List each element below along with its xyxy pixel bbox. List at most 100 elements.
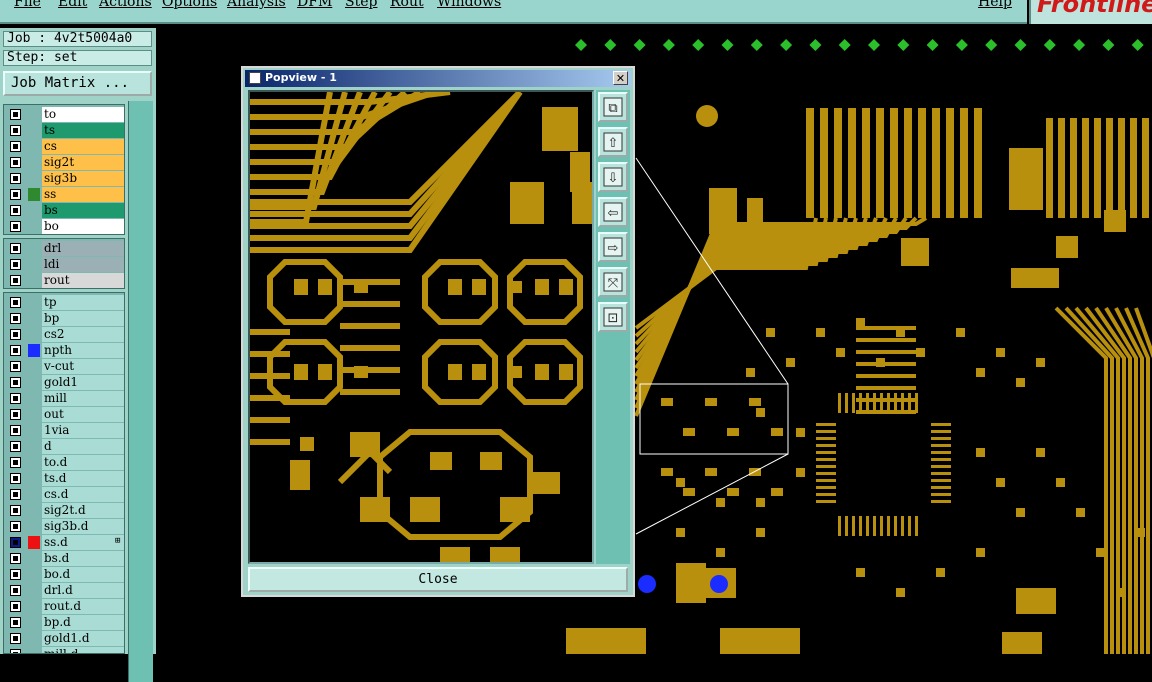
layer-checkbox[interactable] bbox=[10, 109, 21, 120]
layer-feature-icon[interactable]: ⊞ bbox=[115, 536, 120, 546]
layer-checkbox[interactable] bbox=[10, 243, 21, 254]
layer-checkbox[interactable] bbox=[10, 297, 21, 308]
layer-checkbox[interactable] bbox=[10, 505, 21, 516]
layer-name[interactable]: ss bbox=[42, 187, 124, 202]
layer-row-rout-d[interactable]: rout.d bbox=[4, 599, 124, 614]
layer-name[interactable]: rout.d bbox=[42, 599, 124, 614]
layer-name[interactable]: mill bbox=[42, 391, 124, 406]
layer-checkbox[interactable] bbox=[10, 457, 21, 468]
layer-name[interactable]: drl bbox=[42, 241, 124, 256]
layer-name[interactable]: bo.d bbox=[42, 567, 124, 582]
layer-checkbox[interactable] bbox=[10, 329, 21, 340]
popview-viewport[interactable] bbox=[248, 90, 594, 564]
layer-row-bo[interactable]: bo bbox=[4, 219, 124, 234]
menu-actions[interactable]: Actions bbox=[99, 0, 152, 10]
popview-titlebar[interactable]: Popview - 1 ✕ bbox=[245, 70, 631, 87]
pan-up-icon[interactable]: ⇧ bbox=[598, 127, 628, 157]
layer-name[interactable]: bp bbox=[42, 311, 124, 326]
layer-row-cs2[interactable]: cs2 bbox=[4, 327, 124, 342]
layer-name[interactable]: bo bbox=[42, 219, 124, 234]
layer-checkbox[interactable] bbox=[10, 157, 21, 168]
layer-row-cs-d[interactable]: cs.d bbox=[4, 487, 124, 502]
layer-row-gold1[interactable]: gold1 bbox=[4, 375, 124, 390]
menu-dfm[interactable]: DFM bbox=[297, 0, 332, 10]
layer-name[interactable]: to.d bbox=[42, 455, 124, 470]
layer-checkbox[interactable] bbox=[10, 489, 21, 500]
layer-scrollbar[interactable] bbox=[128, 101, 153, 682]
job-matrix-button[interactable]: Job Matrix ... bbox=[3, 71, 152, 96]
layer-checkbox[interactable] bbox=[10, 221, 21, 232]
layer-checkbox[interactable] bbox=[10, 205, 21, 216]
layer-name[interactable]: rout bbox=[42, 273, 124, 288]
layer-row-tp[interactable]: tp bbox=[4, 295, 124, 310]
layer-name[interactable]: ts.d bbox=[42, 471, 124, 486]
layer-name[interactable]: tp bbox=[42, 295, 124, 310]
layer-checkbox[interactable] bbox=[10, 125, 21, 136]
menu-analysis[interactable]: Analysis bbox=[227, 0, 286, 10]
pan-down-icon[interactable]: ⇩ bbox=[598, 162, 628, 192]
layer-checkbox[interactable] bbox=[10, 259, 21, 270]
layer-name[interactable]: npth bbox=[42, 343, 124, 358]
layer-row-sig2t-d[interactable]: sig2t.d bbox=[4, 503, 124, 518]
layer-row-sig3b[interactable]: sig3b bbox=[4, 171, 124, 186]
layer-checkbox[interactable] bbox=[10, 361, 21, 372]
layer-checkbox[interactable] bbox=[10, 409, 21, 420]
layer-checkbox[interactable] bbox=[10, 313, 21, 324]
layer-checkbox[interactable] bbox=[10, 275, 21, 286]
layer-row-rout[interactable]: rout bbox=[4, 273, 124, 288]
menu-edit[interactable]: Edit bbox=[58, 0, 87, 10]
layer-name[interactable]: sig3b bbox=[42, 171, 124, 186]
layer-row-v-cut[interactable]: v-cut bbox=[4, 359, 124, 374]
layer-name[interactable]: gold1 bbox=[42, 375, 124, 390]
menu-options[interactable]: Options bbox=[162, 0, 217, 10]
layer-checkbox[interactable] bbox=[10, 569, 21, 580]
layer-checkbox[interactable] bbox=[10, 585, 21, 596]
layer-checkbox[interactable] bbox=[10, 537, 21, 548]
layer-name[interactable]: gold1.d bbox=[42, 631, 124, 646]
layer-checkbox[interactable] bbox=[10, 601, 21, 612]
menu-windows[interactable]: Windows bbox=[437, 0, 501, 10]
layer-name[interactable]: 1via bbox=[42, 423, 124, 438]
layer-name[interactable]: ss.d bbox=[42, 535, 124, 550]
layer-row-ts[interactable]: ts bbox=[4, 123, 124, 138]
layer-checkbox[interactable] bbox=[10, 393, 21, 404]
layer-checkbox[interactable] bbox=[10, 617, 21, 628]
layer-name[interactable]: cs.d bbox=[42, 487, 124, 502]
layer-row-ldi[interactable]: ldi bbox=[4, 257, 124, 272]
menu-step[interactable]: Step bbox=[345, 0, 377, 10]
layer-name[interactable]: bp.d bbox=[42, 615, 124, 630]
layer-name[interactable]: cs2 bbox=[42, 327, 124, 342]
layer-row-to[interactable]: to bbox=[4, 107, 124, 122]
layer-name[interactable]: d bbox=[42, 439, 124, 454]
layer-name[interactable]: drl.d bbox=[42, 583, 124, 598]
layer-row-drl-d[interactable]: drl.d bbox=[4, 583, 124, 598]
layer-checkbox[interactable] bbox=[10, 441, 21, 452]
menu-file[interactable]: File bbox=[14, 0, 41, 10]
layer-name[interactable]: ldi bbox=[42, 257, 124, 272]
layer-row-sig2t[interactable]: sig2t bbox=[4, 155, 124, 170]
layer-row-bp-d[interactable]: bp.d bbox=[4, 615, 124, 630]
layer-name[interactable]: sig2t bbox=[42, 155, 124, 170]
layer-row-1via[interactable]: 1via bbox=[4, 423, 124, 438]
layer-row-sig3b-d[interactable]: sig3b.d bbox=[4, 519, 124, 534]
zoom-fit-icon[interactable]: ⤧ bbox=[598, 267, 628, 297]
layer-name[interactable]: sig2t.d bbox=[42, 503, 124, 518]
layer-checkbox[interactable] bbox=[10, 189, 21, 200]
layer-row-out[interactable]: out bbox=[4, 407, 124, 422]
layer-name[interactable]: mill.d bbox=[42, 647, 124, 653]
layer-checkbox[interactable] bbox=[10, 141, 21, 152]
layer-row-drl[interactable]: drl bbox=[4, 241, 124, 256]
zoom-home-icon[interactable]: ⊡ bbox=[598, 302, 628, 332]
layer-name[interactable]: out bbox=[42, 407, 124, 422]
layer-row-mill[interactable]: mill bbox=[4, 391, 124, 406]
layer-checkbox[interactable] bbox=[10, 633, 21, 644]
layer-row-bs[interactable]: bs bbox=[4, 203, 124, 218]
layer-name[interactable]: cs bbox=[42, 139, 124, 154]
zoom-window-icon[interactable]: ⧉ bbox=[598, 92, 628, 122]
layer-row-mill-d[interactable]: mill.d bbox=[4, 647, 124, 653]
layer-row-bo-d[interactable]: bo.d bbox=[4, 567, 124, 582]
layer-checkbox[interactable] bbox=[10, 345, 21, 356]
menu-help[interactable]: Help bbox=[978, 0, 1012, 10]
layer-checkbox[interactable] bbox=[10, 173, 21, 184]
layer-row-bs-d[interactable]: bs.d bbox=[4, 551, 124, 566]
